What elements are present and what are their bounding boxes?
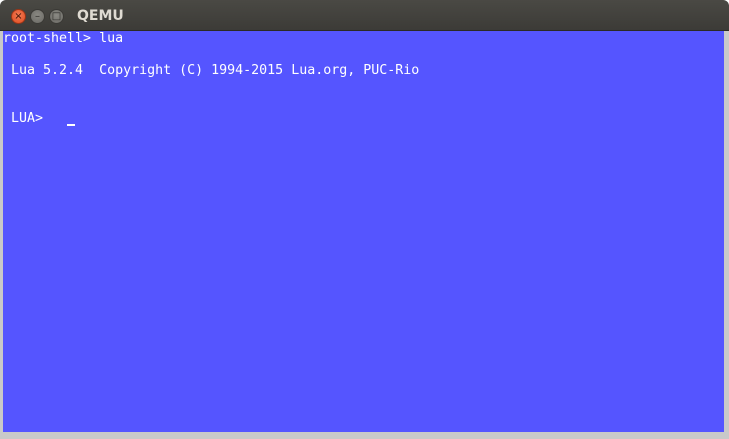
terminal-line-command: root-shell> lua xyxy=(3,31,124,46)
text-cursor xyxy=(67,124,75,126)
terminal-line-prompt: LUA> xyxy=(3,111,44,126)
qemu-window: × – □ QEMU root-shell> lua Lua 5.2.4 Cop… xyxy=(0,0,729,439)
minimize-button[interactable]: – xyxy=(30,9,45,24)
terminal-screen[interactable]: root-shell> lua Lua 5.2.4 Copyright (C) … xyxy=(3,31,724,432)
maximize-icon: □ xyxy=(51,10,62,22)
window-title: QEMU xyxy=(77,8,124,24)
title-bar[interactable]: × – □ QEMU xyxy=(0,0,729,31)
close-button[interactable]: × xyxy=(11,9,26,24)
minimize-icon: – xyxy=(35,10,40,22)
close-icon: × xyxy=(14,10,23,22)
terminal-line-banner: Lua 5.2.4 Copyright (C) 1994-2015 Lua.or… xyxy=(3,63,420,78)
maximize-button[interactable]: □ xyxy=(49,9,64,24)
